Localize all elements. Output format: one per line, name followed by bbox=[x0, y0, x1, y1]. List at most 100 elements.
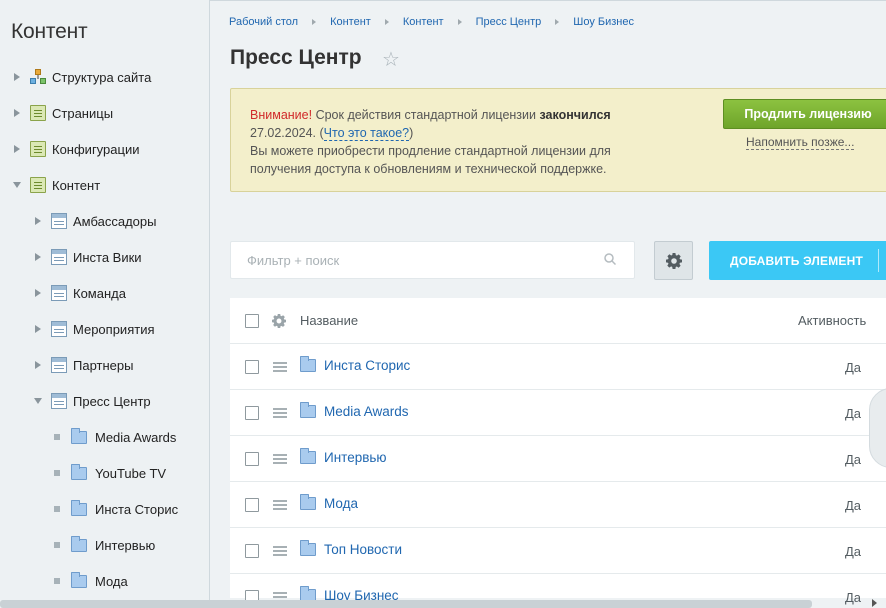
sidebar-title: Контент bbox=[11, 20, 88, 43]
sidebar-item-youtube-tv[interactable]: YouTube TV bbox=[52, 462, 166, 484]
chevron-right-icon[interactable] bbox=[12, 145, 21, 154]
breadcrumb-item[interactable]: Рабочий стол bbox=[229, 16, 298, 28]
sidebar-item-content[interactable]: Контент bbox=[12, 174, 100, 196]
bullet-icon bbox=[54, 542, 60, 548]
chevron-right-icon[interactable] bbox=[33, 289, 42, 298]
sidebar-item-insta-wiki[interactable]: Инста Вики bbox=[33, 246, 142, 268]
chevron-down-icon[interactable] bbox=[12, 181, 21, 190]
row-checkbox[interactable] bbox=[245, 498, 259, 512]
breadcrumb-item[interactable]: Контент bbox=[330, 16, 371, 28]
bullet-icon bbox=[54, 506, 60, 512]
notice-text: Внимание! Срок действия стандартной лице… bbox=[250, 106, 640, 178]
chevron-down-icon[interactable] bbox=[33, 397, 42, 406]
list-icon bbox=[51, 249, 67, 265]
chevron-right-icon[interactable] bbox=[33, 325, 42, 334]
sidebar-item-label: Media Awards bbox=[95, 429, 177, 445]
add-element-button[interactable]: ДОБАВИТЬ ЭЛЕМЕНТ bbox=[709, 241, 886, 280]
chevron-right-icon[interactable] bbox=[12, 73, 21, 82]
column-settings-gear-icon[interactable] bbox=[272, 314, 286, 328]
notice-close-paren: ) bbox=[409, 126, 414, 140]
row-name-link[interactable]: Топ Новости bbox=[324, 542, 402, 557]
chevron-right-icon[interactable] bbox=[33, 253, 42, 262]
sidebar-item-fashion[interactable]: Мода bbox=[52, 570, 128, 592]
settings-button[interactable] bbox=[654, 241, 693, 280]
page-icon bbox=[30, 141, 46, 157]
search-icon[interactable] bbox=[604, 253, 616, 265]
sidebar-item-team[interactable]: Команда bbox=[33, 282, 126, 304]
folder-icon bbox=[300, 448, 316, 464]
list-icon bbox=[51, 321, 67, 337]
drag-handle-icon[interactable] bbox=[273, 408, 287, 418]
row-name-cell: Мода bbox=[300, 494, 358, 511]
breadcrumb-separator-icon bbox=[457, 19, 462, 25]
remind-later-link[interactable]: Напомнить позже... bbox=[746, 135, 855, 150]
sidebar-item-press-center[interactable]: Пресс Центр bbox=[33, 390, 151, 412]
renew-license-button[interactable]: Продлить лицензию bbox=[723, 99, 886, 129]
row-checkbox[interactable] bbox=[245, 406, 259, 420]
breadcrumb-item[interactable]: Контент bbox=[403, 16, 444, 28]
folder-icon bbox=[300, 402, 316, 418]
breadcrumb-item[interactable]: Пресс Центр bbox=[476, 16, 542, 28]
sidebar-item-label: Инста Вики bbox=[73, 249, 142, 265]
chevron-right-icon[interactable] bbox=[33, 217, 42, 226]
page-icon bbox=[30, 177, 46, 193]
row-name-link[interactable]: Media Awards bbox=[324, 404, 409, 419]
scroll-right-arrow-icon[interactable] bbox=[872, 599, 877, 607]
sidebar-item-ambassadors[interactable]: Амбассадоры bbox=[33, 210, 156, 232]
row-name-cell: Интервью bbox=[300, 448, 387, 465]
sidebar-item-insta-stories[interactable]: Инста Сторис bbox=[52, 498, 178, 520]
breadcrumb-item[interactable]: Шоу Бизнес bbox=[573, 16, 634, 28]
grid-header: Название Активность bbox=[230, 298, 886, 344]
license-notice: Внимание! Срок действия стандартной лице… bbox=[230, 88, 886, 192]
table-row[interactable]: Топ Новости Да bbox=[230, 528, 886, 574]
bullet-icon bbox=[54, 434, 60, 440]
row-name-link[interactable]: Интервью bbox=[324, 450, 387, 465]
drag-handle-icon[interactable] bbox=[273, 546, 287, 556]
scroll-to-top-handle[interactable] bbox=[869, 388, 886, 468]
structure-icon bbox=[30, 69, 46, 85]
table-row[interactable]: Media Awards Да bbox=[230, 390, 886, 436]
filter-search-box[interactable] bbox=[230, 241, 635, 279]
sidebar-item-events[interactable]: Мероприятия bbox=[33, 318, 155, 340]
what-is-this-link[interactable]: Что это такое? bbox=[323, 126, 410, 141]
row-checkbox[interactable] bbox=[245, 452, 259, 466]
row-checkbox[interactable] bbox=[245, 360, 259, 374]
table-row[interactable]: Инста Сторис Да bbox=[230, 344, 886, 390]
row-active-cell: Да bbox=[845, 406, 862, 421]
breadcrumb-separator-icon bbox=[312, 19, 317, 25]
row-name-link[interactable]: Мода bbox=[324, 496, 358, 511]
sidebar-item-label: Партнеры bbox=[73, 357, 134, 373]
row-active-cell: Да bbox=[845, 498, 862, 513]
breadcrumb-separator-icon bbox=[384, 19, 389, 25]
column-header-name[interactable]: Название bbox=[300, 313, 358, 328]
row-active-cell: Да bbox=[845, 452, 862, 467]
folder-icon bbox=[300, 356, 316, 372]
drag-handle-icon[interactable] bbox=[273, 454, 287, 464]
sidebar-item-configurations[interactable]: Конфигурации bbox=[12, 138, 139, 160]
drag-handle-icon[interactable] bbox=[273, 362, 287, 372]
table-row[interactable]: Интервью Да bbox=[230, 436, 886, 482]
row-checkbox[interactable] bbox=[245, 544, 259, 558]
sidebar-item-pages[interactable]: Страницы bbox=[12, 102, 113, 124]
sidebar-item-label: Мода bbox=[95, 573, 128, 589]
column-header-active[interactable]: Активность bbox=[798, 313, 866, 328]
sidebar-item-site-structure[interactable]: Структура сайта bbox=[12, 66, 151, 88]
drag-handle-icon[interactable] bbox=[273, 500, 287, 510]
row-active-cell: Да bbox=[845, 590, 862, 605]
row-active-cell: Да bbox=[845, 544, 862, 559]
sidebar-item-interviews[interactable]: Интервью bbox=[52, 534, 155, 556]
sidebar-item-label: Мероприятия bbox=[73, 321, 155, 337]
horizontal-scrollbar[interactable] bbox=[0, 600, 812, 608]
sidebar-item-partners[interactable]: Партнеры bbox=[33, 354, 133, 376]
table-row[interactable]: Мода Да bbox=[230, 482, 886, 528]
search-input[interactable] bbox=[231, 242, 571, 278]
star-icon[interactable]: ☆ bbox=[382, 47, 400, 72]
sidebar-item-label: Пресс Центр bbox=[73, 393, 151, 409]
list-icon bbox=[51, 393, 67, 409]
sidebar-item-media-awards[interactable]: Media Awards bbox=[52, 426, 176, 448]
chevron-right-icon[interactable] bbox=[33, 361, 42, 370]
row-name-link[interactable]: Инста Сторис bbox=[324, 358, 410, 373]
select-all-checkbox[interactable] bbox=[245, 314, 259, 328]
chevron-right-icon[interactable] bbox=[12, 109, 21, 118]
sidebar-item-label: Структура сайта bbox=[52, 69, 152, 85]
